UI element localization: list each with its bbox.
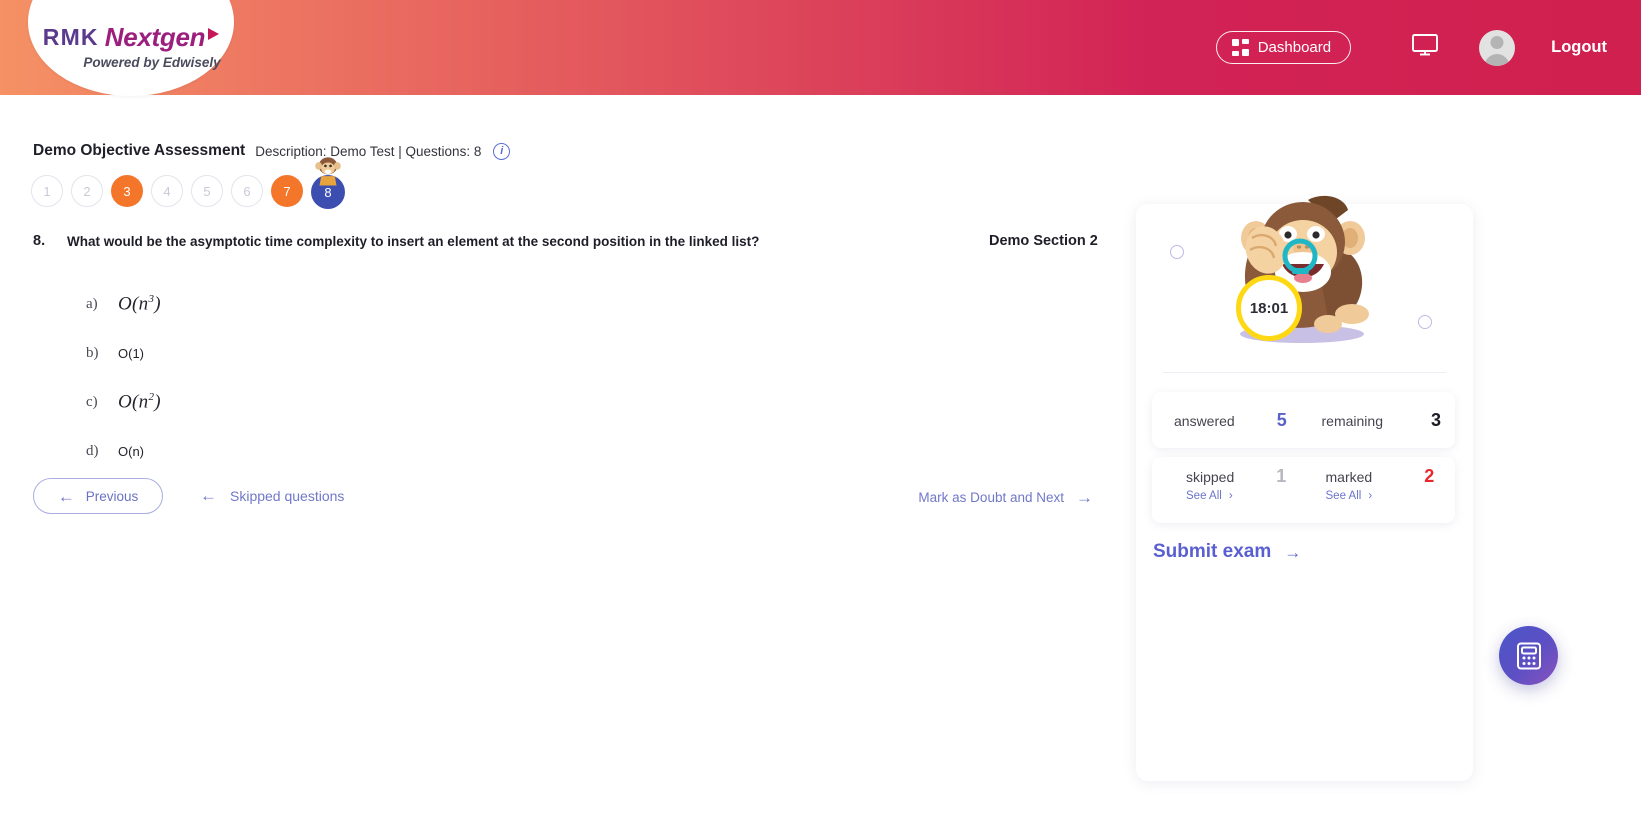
mark-as-doubt-and-next-link[interactable]: Mark as Doubt and Next → — [918, 489, 1093, 506]
header-actions: Dashboard Logout — [1216, 29, 1607, 66]
option-text: O(1) — [118, 346, 144, 361]
question-pill-label: 4 — [163, 183, 171, 199]
stat-value: 1 — [1276, 466, 1287, 486]
option-letter: d) — [86, 443, 99, 459]
question-pill-7[interactable]: 7 — [271, 175, 303, 207]
stat-row-answered-remaining: answered 5 remaining 3 — [1152, 392, 1455, 448]
mark-as-doubt-label: Mark as Doubt and Next — [918, 490, 1064, 505]
stat-value: 2 — [1424, 466, 1435, 486]
dashboard-button-label: Dashboard — [1257, 39, 1332, 56]
see-all-label: See All — [1186, 490, 1222, 502]
option-text: O(n3) — [118, 293, 161, 315]
stat-row-skipped-marked: skipped 1 See All › marked 2 See All › — [1152, 457, 1455, 523]
question-number: 8. — [33, 233, 46, 249]
logo-wordmark: RMK Nextgen — [42, 22, 220, 53]
assessment-description: Description: Demo Test | Questions: 8 — [255, 143, 482, 159]
stat-label: marked — [1325, 469, 1373, 485]
question-pill-label: 2 — [83, 183, 91, 199]
question-navigator: 1 2 3 4 5 6 7 8 — [31, 157, 345, 209]
option-a[interactable]: a) O(n3) — [86, 280, 161, 329]
question-pill-label: 1 — [43, 183, 51, 199]
stat-value: 3 — [1430, 409, 1441, 430]
monitor-icon[interactable] — [1411, 33, 1439, 62]
question-pill-3[interactable]: 3 — [111, 175, 143, 207]
question-pill-label: 3 — [123, 183, 131, 199]
stat-label: skipped — [1186, 469, 1235, 485]
calculator-icon — [1516, 642, 1541, 669]
stat-remaining: remaining 3 — [1304, 410, 1456, 431]
avatar[interactable] — [1479, 29, 1516, 66]
see-all-marked-link[interactable]: See All › — [1326, 490, 1373, 502]
previous-button[interactable]: ← Previous — [33, 478, 163, 514]
question-pill-6[interactable]: 6 — [231, 175, 263, 207]
skipped-questions-link[interactable]: ← Skipped questions — [200, 487, 344, 504]
app-header: RMK Nextgen Powered by Edwisely Dashboar… — [0, 0, 1641, 96]
answer-options: a) O(n3) b) O(1) c) O(n2) d) O(n) — [86, 280, 161, 476]
question-pill-2[interactable]: 2 — [71, 175, 103, 207]
stat-value: 5 — [1276, 409, 1287, 430]
option-text: O(n2) — [118, 391, 161, 413]
logo-tagline: Powered by Edwisely — [83, 55, 221, 70]
grid-icon — [1232, 39, 1249, 56]
question-pill-label: 7 — [283, 183, 291, 199]
submit-exam-button[interactable]: Submit exam → — [1153, 541, 1301, 563]
question-pill-label: 6 — [243, 183, 251, 199]
option-text: O(n) — [118, 444, 144, 459]
question-pill-1[interactable]: 1 — [31, 175, 63, 207]
see-all-label: See All — [1325, 490, 1362, 502]
question-block: 8. What would be the asymptotic time com… — [33, 233, 759, 251]
logout-button[interactable]: Logout — [1551, 38, 1607, 57]
decorative-circle — [1418, 315, 1432, 329]
exam-timer: 18:01 — [1236, 275, 1302, 341]
calculator-button[interactable] — [1499, 626, 1558, 685]
submit-exam-label: Submit exam — [1153, 541, 1272, 562]
previous-button-label: Previous — [85, 488, 139, 504]
option-b[interactable]: b) O(1) — [86, 329, 161, 378]
stat-skipped: skipped 1 See All › — [1152, 466, 1304, 502]
option-d[interactable]: d) O(n) — [86, 427, 161, 476]
question-pill-5[interactable]: 5 — [191, 175, 223, 207]
play-triangle-icon — [208, 28, 220, 40]
question-footer-nav: ← Previous ← Skipped questions Mark as D… — [33, 478, 1093, 526]
logo-brand: Nextgen — [104, 22, 206, 52]
see-all-skipped-link[interactable]: See All › — [1186, 490, 1233, 502]
chevron-right-icon: › — [1228, 490, 1233, 502]
dashboard-button[interactable]: Dashboard — [1216, 31, 1352, 64]
question-pill-8[interactable]: 8 — [311, 157, 345, 209]
monkey-with-stopwatch-icon — [1240, 195, 1369, 343]
question-text: What would be the asymptotic time comple… — [67, 234, 760, 249]
arrow-left-icon: ← — [57, 486, 75, 506]
decorative-circle — [1170, 245, 1184, 259]
option-letter: c) — [86, 394, 98, 410]
brand-logo[interactable]: RMK Nextgen Powered by Edwisely — [28, 0, 234, 96]
stat-answered: answered 5 — [1152, 410, 1304, 431]
page-title: Demo Objective Assessment — [33, 142, 246, 159]
main-content: Demo Objective Assessment Description: D… — [0, 95, 1641, 817]
chevron-right-icon: › — [1368, 490, 1373, 502]
question-pill-4[interactable]: 4 — [151, 175, 183, 207]
stat-label: remaining — [1321, 412, 1383, 429]
assessment-header: Demo Objective Assessment Description: D… — [33, 142, 511, 160]
arrow-left-icon: ← — [200, 486, 217, 505]
arrow-right-icon: → — [1076, 488, 1093, 507]
skipped-questions-label: Skipped questions — [230, 487, 345, 504]
option-letter: a) — [86, 296, 98, 312]
info-icon[interactable]: i — [493, 142, 511, 160]
exam-timer-value: 18:01 — [1249, 299, 1289, 317]
stat-label: answered — [1174, 412, 1235, 429]
option-c[interactable]: c) O(n2) — [86, 378, 161, 427]
question-pill-label: 8 — [324, 184, 332, 200]
question-pill-label: 5 — [203, 183, 211, 199]
option-letter: b) — [86, 345, 99, 361]
section-label: Demo Section 2 — [989, 233, 1098, 249]
arrow-right-icon: → — [1284, 542, 1302, 562]
logo-prefix: RMK — [42, 24, 99, 50]
stat-marked: marked 2 See All › — [1304, 466, 1456, 502]
divider — [1163, 372, 1446, 373]
